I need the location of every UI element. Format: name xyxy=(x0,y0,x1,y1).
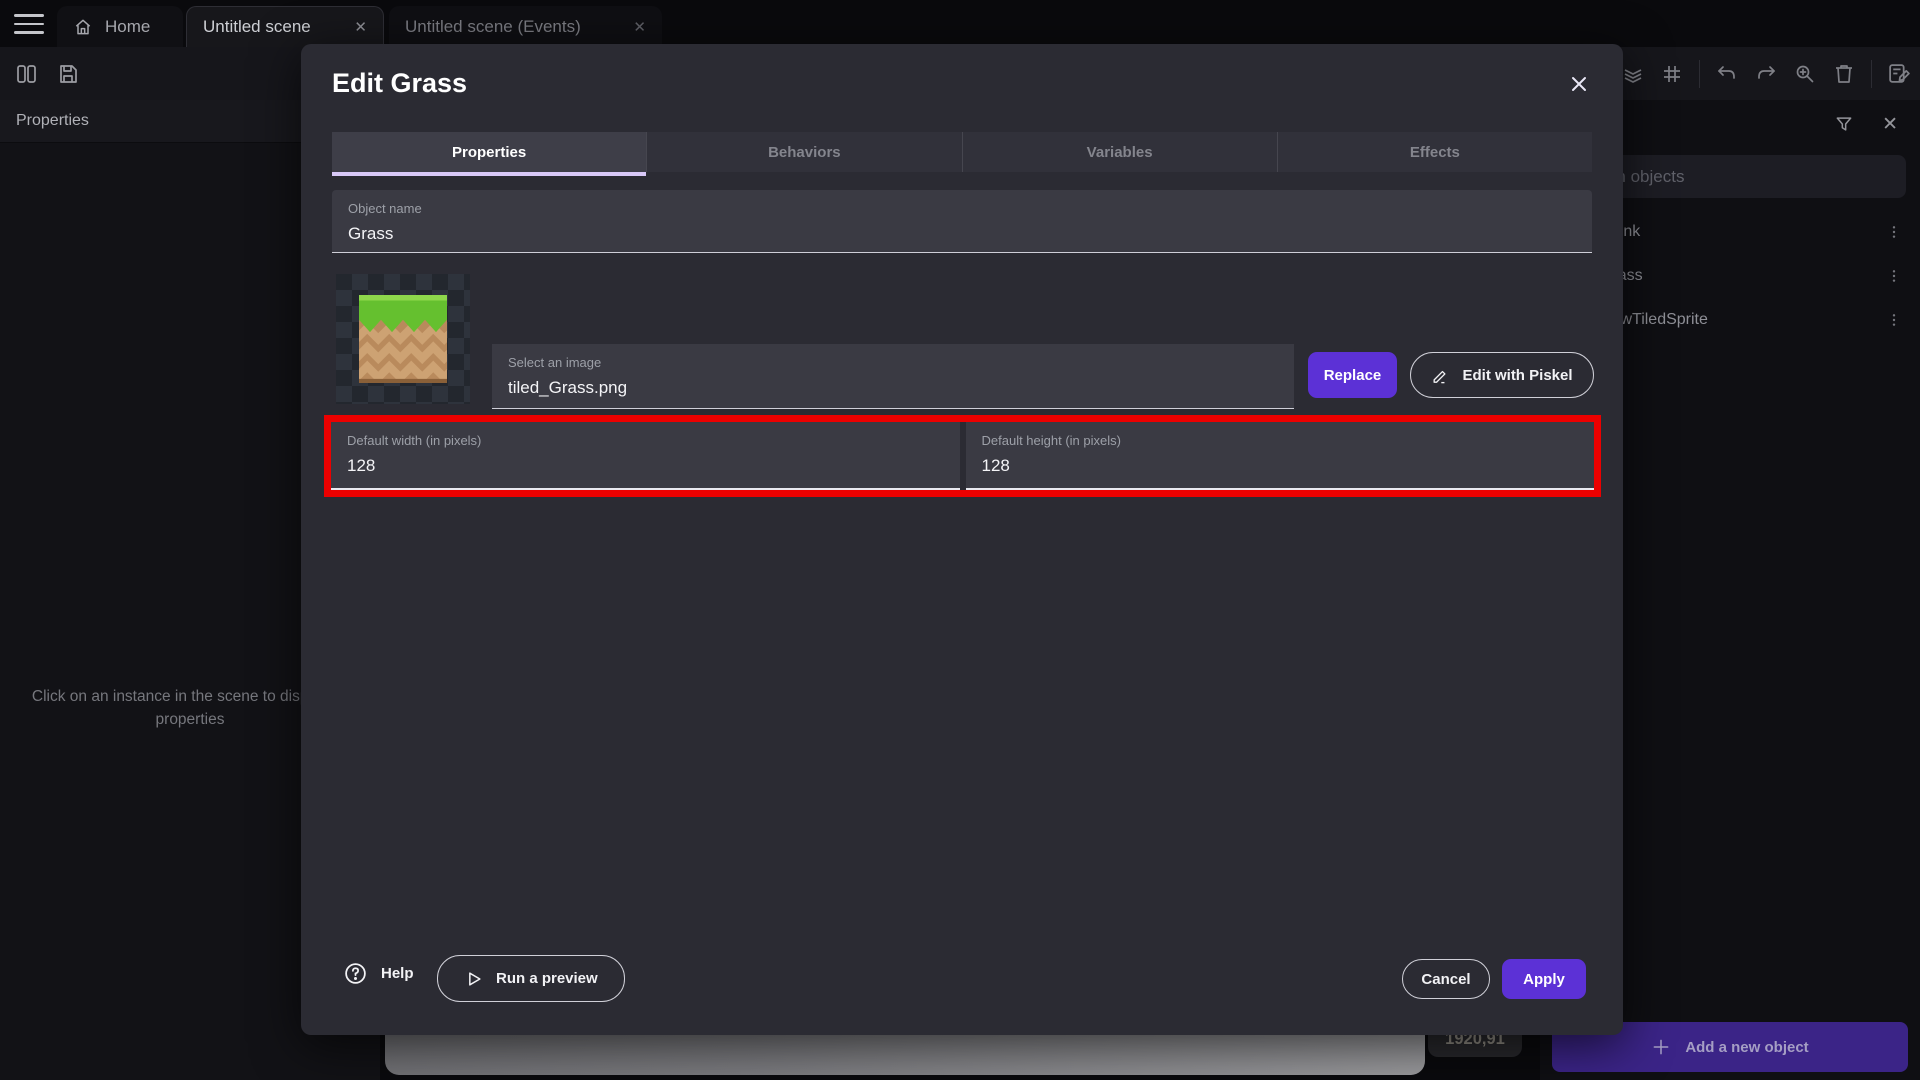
tab-effects[interactable]: Effects xyxy=(1277,132,1592,172)
edit-with-piskel-button[interactable]: Edit with Piskel xyxy=(1410,352,1594,398)
layers-icon[interactable] xyxy=(1621,62,1645,86)
filter-icon[interactable] xyxy=(1834,114,1854,134)
run-preview-button[interactable]: Run a preview xyxy=(437,955,625,1002)
tab-behaviors[interactable]: Behaviors xyxy=(646,132,961,172)
dialog-footer: Help Run a preview Cancel Apply xyxy=(301,955,1623,1002)
dialog-close-icon[interactable] xyxy=(1567,72,1591,96)
dialog-title: Edit Grass xyxy=(332,68,467,99)
edit-properties-icon[interactable] xyxy=(1887,61,1912,86)
edit-object-dialog: Edit Grass Properties Behaviors Variable… xyxy=(301,44,1623,1035)
tab-home[interactable]: Home xyxy=(57,6,183,47)
redo-icon[interactable] xyxy=(1754,62,1778,86)
object-name-label: Object name xyxy=(348,201,1576,216)
menu-icon[interactable] xyxy=(12,12,46,36)
default-height-field[interactable]: Default height (in pixels) 128 xyxy=(966,422,1595,490)
tab-effects-label: Effects xyxy=(1410,144,1460,161)
close-tab-icon[interactable]: ✕ xyxy=(633,18,646,36)
help-icon xyxy=(343,961,368,986)
image-thumbnail[interactable] xyxy=(336,274,470,404)
plus-icon xyxy=(1651,1037,1671,1057)
highlight-box: Default width (in pixels) 128 Default he… xyxy=(324,415,1601,497)
tab-untitled-scene[interactable]: Untitled scene ✕ xyxy=(186,6,384,47)
undo-icon[interactable] xyxy=(1715,62,1739,86)
object-name-field[interactable]: Object name Grass xyxy=(332,190,1592,253)
select-image-label: Select an image xyxy=(508,355,1278,370)
edit-with-piskel-label: Edit with Piskel xyxy=(1462,367,1572,384)
grid-icon[interactable] xyxy=(1660,62,1684,86)
save-icon[interactable] xyxy=(56,62,80,86)
tab-properties[interactable]: Properties xyxy=(332,132,646,172)
add-new-object-label: Add a new object xyxy=(1685,1039,1808,1056)
object-menu-icon[interactable] xyxy=(1886,268,1902,284)
default-width-label: Default width (in pixels) xyxy=(347,433,944,448)
tab-variables-label: Variables xyxy=(1087,144,1153,161)
home-icon xyxy=(73,17,93,37)
trash-icon[interactable] xyxy=(1832,62,1856,86)
run-preview-label: Run a preview xyxy=(496,970,598,987)
zoom-in-icon[interactable] xyxy=(1793,62,1817,86)
properties-panel-title: Properties xyxy=(16,112,89,130)
close-tab-icon[interactable]: ✕ xyxy=(354,18,367,36)
tab-untitled-scene-events[interactable]: Untitled scene (Events) ✕ xyxy=(389,6,662,47)
toolbar-separator xyxy=(1699,60,1700,88)
grass-tile-image xyxy=(359,295,447,383)
play-icon xyxy=(464,969,484,989)
replace-button[interactable]: Replace xyxy=(1308,352,1397,398)
tab-scene-label: Untitled scene xyxy=(203,17,311,37)
default-width-field[interactable]: Default width (in pixels) 128 xyxy=(331,422,960,490)
tab-properties-label: Properties xyxy=(452,144,526,161)
apply-button[interactable]: Apply xyxy=(1502,959,1586,999)
object-menu-icon[interactable] xyxy=(1886,312,1902,328)
tab-behaviors-label: Behaviors xyxy=(768,144,841,161)
tab-home-label: Home xyxy=(105,17,150,37)
cancel-button[interactable]: Cancel xyxy=(1402,959,1490,999)
tab-events-label: Untitled scene (Events) xyxy=(405,17,581,37)
pencil-icon xyxy=(1431,366,1450,385)
close-panel-icon[interactable]: ✕ xyxy=(1882,113,1898,136)
panels-icon[interactable] xyxy=(14,62,38,86)
toolbar-separator xyxy=(1871,60,1872,88)
object-name-value: Grass xyxy=(348,224,1576,244)
help-button[interactable]: Help xyxy=(343,961,414,986)
tab-variables[interactable]: Variables xyxy=(962,132,1277,172)
default-height-label: Default height (in pixels) xyxy=(982,433,1579,448)
default-height-value: 128 xyxy=(982,456,1579,476)
select-image-field[interactable]: Select an image tiled_Grass.png xyxy=(492,344,1294,409)
object-menu-icon[interactable] xyxy=(1886,224,1902,240)
app-window: Home Untitled scene ✕ Untitled scene (Ev… xyxy=(0,0,1920,1080)
default-width-value: 128 xyxy=(347,456,944,476)
select-image-value: tiled_Grass.png xyxy=(508,378,1278,398)
help-label: Help xyxy=(381,965,414,982)
top-tab-bar: Home Untitled scene ✕ Untitled scene (Ev… xyxy=(0,0,1920,47)
dialog-tab-bar: Properties Behaviors Variables Effects xyxy=(332,132,1592,172)
